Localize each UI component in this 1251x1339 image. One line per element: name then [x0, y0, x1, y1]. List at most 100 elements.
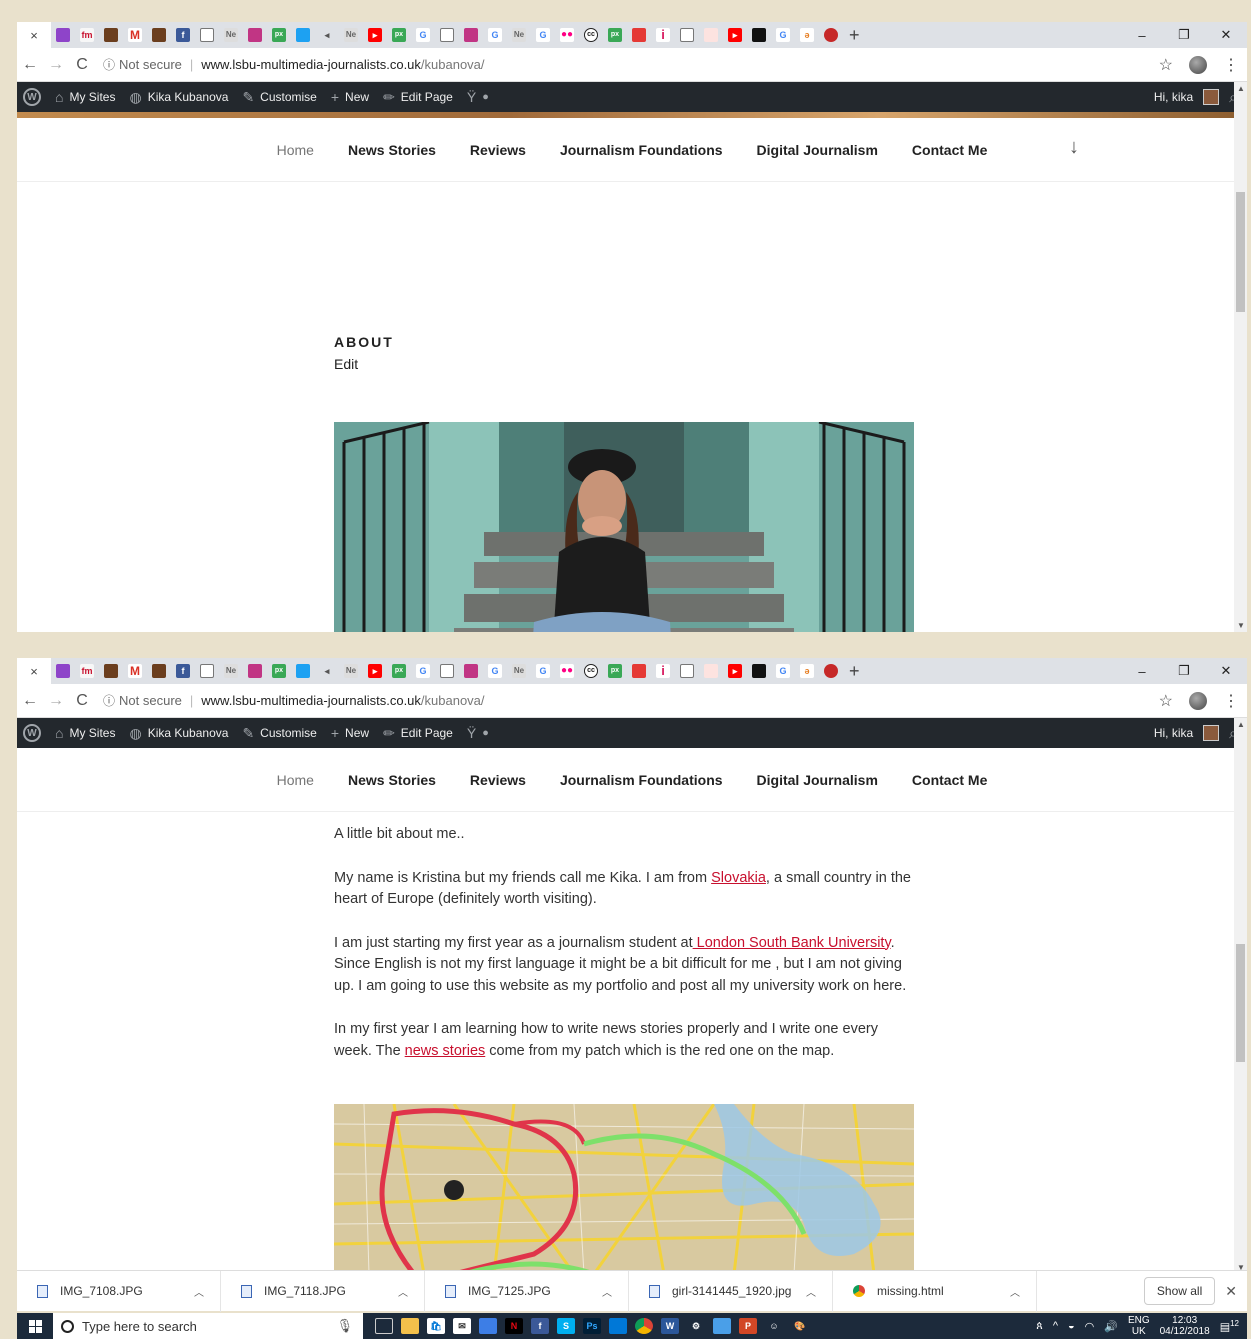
red-circle-icon[interactable] [824, 664, 838, 678]
instagram-icon[interactable] [464, 28, 478, 42]
scroll-up-arrow-icon[interactable]: ▲ [1237, 720, 1245, 729]
nav-journalism-foundations[interactable]: Journalism Foundations [560, 772, 723, 788]
news-icon[interactable]: Ne [224, 664, 238, 678]
download-item[interactable]: IMG_7118.JPG ︿ [221, 1270, 425, 1312]
news-icon[interactable]: Ne [512, 28, 526, 42]
purple-square-icon[interactable] [56, 664, 70, 678]
profile-avatar[interactable] [1189, 56, 1207, 74]
notifications-icon[interactable]: ▤12 [1220, 1319, 1239, 1334]
person-icon[interactable] [152, 28, 166, 42]
new-link[interactable]: + New [331, 725, 369, 741]
px-icon[interactable]: px [272, 664, 286, 678]
tab-close-button[interactable]: × [17, 658, 51, 684]
url-field[interactable]: www.lsbu-multimedia-journalists.co.uk/ku… [201, 57, 484, 72]
page-icon[interactable] [440, 28, 454, 42]
youtube-icon[interactable]: ▸ [368, 28, 382, 42]
edit-page-link[interactable]: ✏ Edit Page [383, 89, 453, 106]
fm-icon[interactable]: fm [80, 664, 94, 678]
purple-square-icon[interactable] [56, 28, 70, 42]
menu-dots-icon[interactable]: ⋮ [1223, 55, 1239, 75]
youtube-icon[interactable]: ▸ [368, 664, 382, 678]
person-icon[interactable] [104, 664, 118, 678]
link-icon[interactable]: ə [800, 664, 814, 678]
cc-icon[interactable]: cc [584, 28, 598, 42]
forward-arrow-icon[interactable]: → [43, 692, 69, 710]
chevron-up-icon[interactable]: ︿ [1010, 1284, 1020, 1299]
restore-button[interactable]: ❐ [1163, 663, 1205, 679]
url-field[interactable]: www.lsbu-multimedia-journalists.co.uk/ku… [201, 693, 484, 708]
app-icon[interactable]: ☺ [765, 1318, 783, 1334]
start-button[interactable] [17, 1319, 53, 1333]
google-icon[interactable]: G [776, 664, 790, 678]
px-icon[interactable]: px [392, 664, 406, 678]
red-icon[interactable] [632, 664, 646, 678]
menu-dots-icon[interactable]: ⋮ [1223, 691, 1239, 711]
language-indicator[interactable]: ENG UK [1128, 1315, 1150, 1337]
nav-news-stories[interactable]: News Stories [348, 772, 436, 788]
store-icon[interactable]: 🛍 [427, 1318, 445, 1334]
skype-icon[interactable]: S [557, 1318, 575, 1334]
page-icon[interactable] [200, 664, 214, 678]
network-icon[interactable]: ◒ [1068, 1320, 1075, 1332]
close-window-button[interactable]: ✕ [1205, 27, 1247, 43]
nav-contact-me[interactable]: Contact Me [912, 772, 987, 788]
twitter-icon[interactable] [296, 664, 310, 678]
nav-news-stories[interactable]: News Stories [348, 142, 436, 158]
my-sites-link[interactable]: ⌂ My Sites [55, 89, 115, 105]
clock[interactable]: 12:03 04/12/2018 [1160, 1315, 1210, 1337]
gear-icon[interactable]: ⚙ [687, 1318, 705, 1334]
youtube-icon[interactable]: ▸ [728, 28, 742, 42]
show-all-button[interactable]: Show all [1143, 1277, 1216, 1305]
download-item[interactable]: missing.html ︿ [833, 1270, 1037, 1312]
page-icon[interactable] [680, 28, 694, 42]
instagram-icon[interactable] [248, 28, 262, 42]
flickr-icon[interactable]: ●● [560, 664, 574, 678]
lsbu-link[interactable]: London South Bank University [693, 935, 891, 951]
nav-contact-me[interactable]: Contact Me [912, 142, 987, 158]
nav-journalism-foundations[interactable]: Journalism Foundations [560, 142, 723, 158]
yoast-icon[interactable]: Ÿ ● [467, 725, 489, 741]
paint-icon[interactable]: 🎨 [791, 1318, 809, 1334]
new-tab-button[interactable]: + [849, 25, 860, 46]
scroll-down-arrow-icon[interactable]: ▼ [1237, 621, 1245, 630]
customise-link[interactable]: ✎ Customise [242, 725, 316, 742]
bookmark-star-icon[interactable]: ☆ [1159, 691, 1173, 711]
news-stories-link[interactable]: news stories [405, 1043, 486, 1059]
profile-avatar[interactable] [1189, 692, 1207, 710]
red-circle-icon[interactable] [824, 28, 838, 42]
wifi-icon[interactable]: ◠ [1085, 1320, 1095, 1333]
person-icon[interactable] [104, 28, 118, 42]
facebook-icon[interactable]: f [531, 1318, 549, 1334]
chevron-up-icon[interactable]: ︿ [194, 1284, 204, 1299]
flickr-icon[interactable]: ●● [560, 28, 574, 42]
youtube-icon[interactable]: ▸ [728, 664, 742, 678]
site-name-link[interactable]: ◍ Kika Kubanova [129, 725, 228, 742]
info-icon[interactable]: i [656, 664, 670, 678]
scrollbar-thumb[interactable] [1236, 944, 1245, 1062]
scroll-up-arrow-icon[interactable]: ▲ [1237, 84, 1245, 93]
volume-icon[interactable]: 🔊 [1104, 1320, 1118, 1333]
black-icon[interactable] [752, 664, 766, 678]
person-icon[interactable] [152, 664, 166, 678]
px-icon[interactable]: px [608, 664, 622, 678]
download-item[interactable]: girl-3141445_1920.jpg ︿ [629, 1270, 833, 1312]
nav-reviews[interactable]: Reviews [470, 772, 526, 788]
wordpress-logo-icon[interactable]: W [23, 724, 41, 742]
gmail-icon[interactable]: M [128, 664, 142, 678]
news-icon[interactable]: Ne [344, 28, 358, 42]
nav-home[interactable]: Home [277, 142, 314, 158]
news-icon[interactable]: Ne [344, 664, 358, 678]
chevron-up-icon[interactable]: ︿ [806, 1284, 816, 1299]
app-icon[interactable] [713, 1318, 731, 1334]
google-icon[interactable]: G [776, 28, 790, 42]
cc-icon[interactable]: cc [584, 664, 598, 678]
chevron-up-icon[interactable]: ^ [1053, 1320, 1058, 1332]
scrollbar-thumb[interactable] [1236, 192, 1245, 312]
nav-home[interactable]: Home [277, 772, 314, 788]
chrome-icon[interactable] [635, 1318, 653, 1334]
download-item[interactable]: IMG_7108.JPG ︿ [17, 1270, 221, 1312]
news-icon[interactable]: Ne [224, 28, 238, 42]
scroll-down-arrow-icon[interactable]: ↓ [1069, 136, 1079, 159]
reload-icon[interactable]: C [69, 692, 95, 710]
info-icon[interactable]: ⓘ [103, 56, 115, 73]
